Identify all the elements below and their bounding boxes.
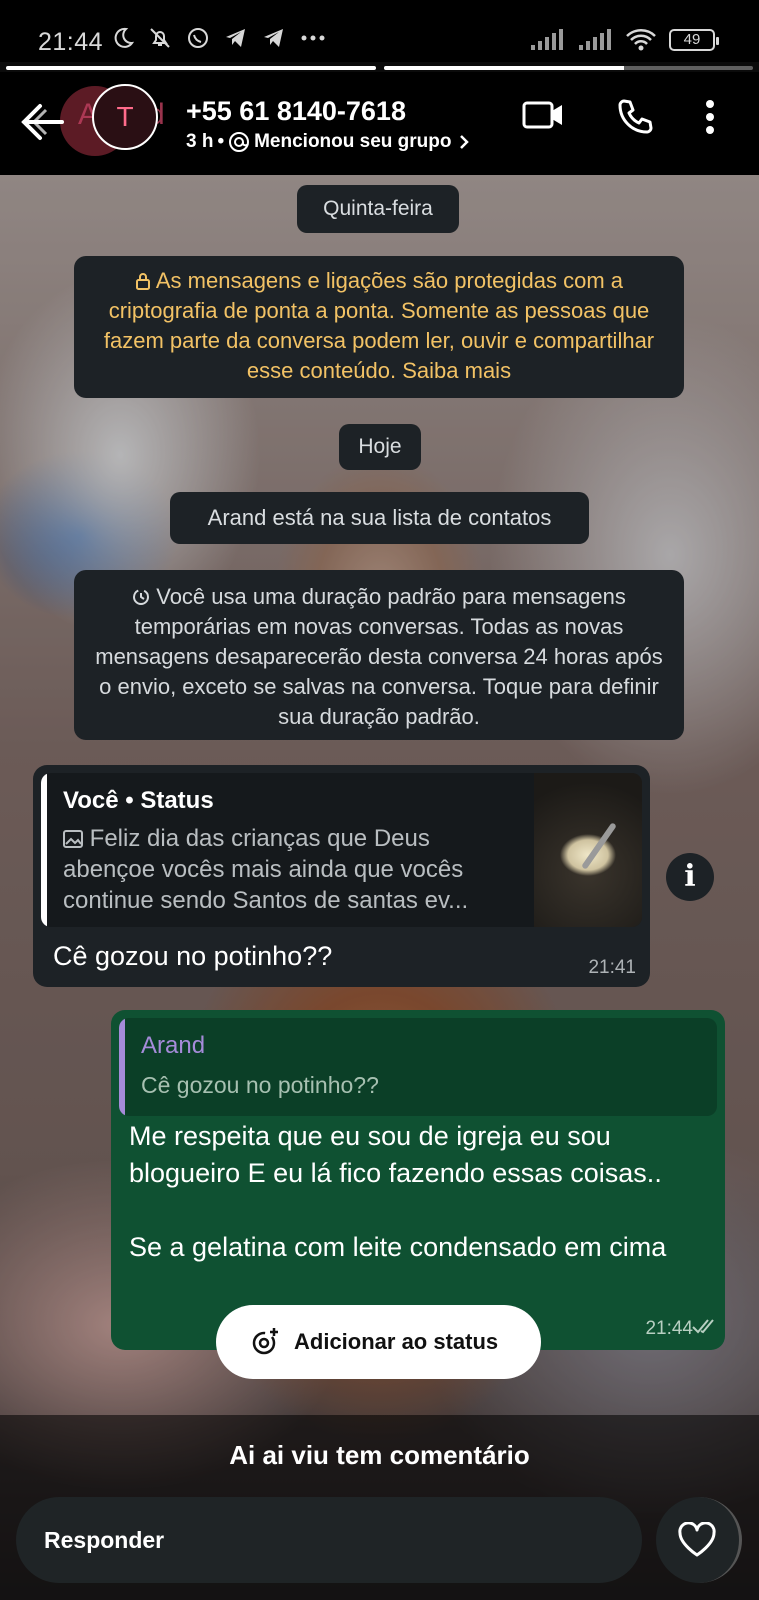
encryption-notice: As mensagens e ligações são protegidas c…: [74, 256, 684, 398]
disappearing-text: Você usa uma duração padrão para mensage…: [95, 584, 663, 729]
message-time: 21:44: [645, 1318, 693, 1339]
quote-title: Você • Status: [63, 787, 214, 814]
heart-icon: [678, 1522, 716, 1557]
lock-icon: [135, 273, 150, 290]
progress-segment: [6, 66, 376, 70]
mute-icon: [150, 28, 170, 48]
quote-bar: [119, 1018, 125, 1116]
telegram-icon: [264, 29, 283, 47]
progress-fill: [383, 66, 624, 70]
whatsapp-icon: [188, 28, 208, 48]
quote-text: Cê gozou no potinho??: [141, 1072, 379, 1098]
reply-input[interactable]: Responder: [16, 1497, 642, 1583]
message-paragraph: Se a gelatina com leite condensado em ci…: [129, 1232, 667, 1262]
mention-icon: [229, 132, 250, 152]
quoted-status: Você • Status Feliz dia das crianças que…: [41, 773, 642, 927]
back-arrow-icon[interactable]: [16, 100, 66, 144]
wifi-icon: [626, 29, 656, 51]
quoted-message: Arand Cê gozou no potinho??: [119, 1018, 717, 1116]
story-progress: [6, 66, 753, 70]
progress-segment: [383, 66, 753, 70]
signal-icon: [579, 29, 611, 50]
contact-phone[interactable]: +55 61 8140-7618: [186, 96, 406, 127]
incoming-message: Você • Status Feliz dia das crianças que…: [33, 765, 650, 987]
date-pill: Quinta-feira: [297, 185, 459, 233]
encryption-text: As mensagens e ligações são protegidas c…: [103, 268, 655, 383]
telegram-icon: [226, 29, 245, 47]
reply-placeholder: Responder: [44, 1527, 165, 1553]
timer-icon: [133, 589, 150, 605]
image-icon: [63, 830, 83, 848]
more-dots-icon: [301, 35, 325, 41]
add-to-status-button[interactable]: Adicionar ao status: [216, 1305, 541, 1379]
info-icon: i: [666, 853, 714, 901]
message-text: Cê gozou no potinho??: [53, 941, 333, 971]
contact-notice: Arand está na sua lista de contatos: [170, 492, 589, 544]
status-time: 21:44: [38, 28, 104, 56]
story-age: 3 h: [186, 131, 214, 152]
signal-icon: [531, 29, 563, 50]
progress-fill: [6, 66, 376, 70]
outgoing-message: Arand Cê gozou no potinho?? Me respeita …: [111, 1010, 725, 1350]
like-button[interactable]: [656, 1497, 742, 1583]
thumbnail-spoon: [581, 822, 617, 870]
date-pill: Hoje: [339, 424, 421, 470]
story-caption: Ai ai viu tem comentário: [229, 1440, 530, 1470]
quote-author: Arand: [141, 1032, 206, 1059]
status-thumbnail: [534, 773, 642, 927]
video-call-icon[interactable]: [522, 98, 564, 132]
status-bar: 21:44 49: [0, 0, 759, 62]
add-status-icon: [252, 1328, 278, 1355]
mention-label: Mencionou seu grupo: [254, 131, 452, 152]
disappearing-messages-notice: Você usa uma duração padrão para mensage…: [74, 570, 684, 740]
moon-icon: [114, 27, 134, 48]
notification-icons: [112, 26, 326, 50]
quote-bar: [41, 773, 47, 927]
more-options-icon[interactable]: [704, 98, 716, 136]
add-status-label: Adicionar ao status: [294, 1329, 499, 1354]
quote-text: Feliz dia das crianças que Deus abençoe …: [63, 823, 518, 916]
avatar[interactable]: T: [92, 84, 158, 150]
chevron-right-icon: [459, 135, 469, 149]
message-time: 21:41: [588, 957, 636, 978]
quote-text-content: Feliz dia das crianças que Deus abençoe …: [63, 825, 469, 914]
meta-separator: •: [217, 131, 225, 152]
double-check-icon: [692, 1319, 714, 1334]
phone-call-icon[interactable]: [616, 98, 654, 136]
story-header: A rand T +55 61 8140-7618 3 h • Menciono…: [0, 72, 759, 175]
system-icons: 49: [529, 28, 719, 52]
story-meta[interactable]: 3 h • Mencionou seu grupo: [186, 131, 472, 153]
message-paragraph: Me respeita que eu sou de igreja eu sou …: [129, 1121, 662, 1188]
battery-icon: 49: [669, 29, 719, 51]
message-text: Me respeita que eu sou de igreja eu sou …: [129, 1118, 689, 1266]
